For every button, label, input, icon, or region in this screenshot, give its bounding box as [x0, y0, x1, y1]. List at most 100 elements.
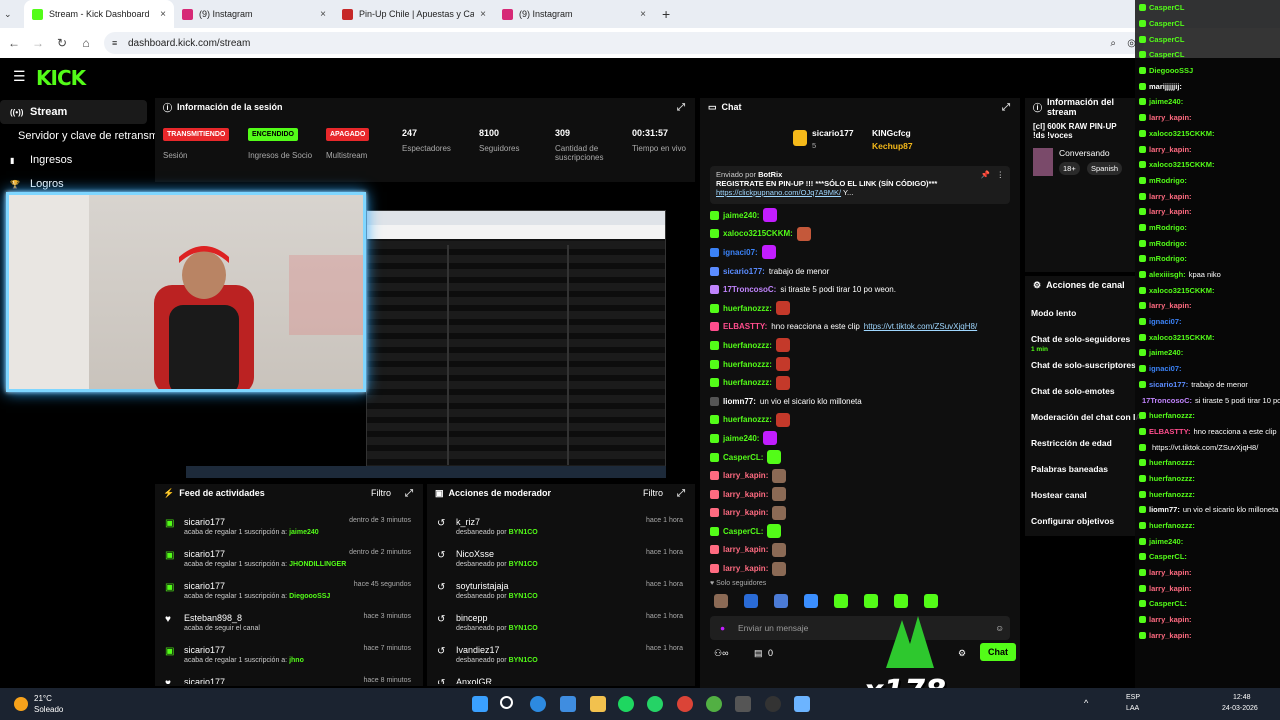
chat-link[interactable]: https://vt.tiktok.com/ZSuvXjqH8/: [864, 322, 977, 331]
top-gifter-1[interactable]: sicario177: [812, 128, 854, 138]
app-icon[interactable]: [735, 696, 751, 712]
feed-target[interactable]: jhno: [289, 657, 304, 664]
chat-username[interactable]: jaime240:: [723, 211, 759, 220]
expand-icon[interactable]: ⤢: [405, 488, 413, 499]
forward-icon[interactable]: →: [26, 36, 50, 50]
tab-list-chevron-icon[interactable]: ⌄: [4, 9, 24, 20]
zoom-icon[interactable]: ⌕: [1110, 38, 1116, 49]
feed-username[interactable]: sicario177: [184, 645, 225, 655]
emote-8[interactable]: [924, 594, 938, 608]
chat-username[interactable]: huerfanozzz:: [723, 304, 772, 313]
mod-by[interactable]: BYN1CO: [509, 529, 538, 536]
clock-time[interactable]: 12:48: [1233, 694, 1251, 701]
channel-action[interactable]: Chat de solo-emotes: [1025, 378, 1140, 404]
new-tab-button[interactable]: +: [662, 6, 670, 22]
feed-username[interactable]: sicario177: [184, 581, 225, 591]
mod-username[interactable]: NicoXsse: [456, 549, 494, 559]
emote-6[interactable]: [864, 594, 878, 608]
menu-icon[interactable]: ☰: [13, 68, 26, 85]
emote-7[interactable]: [894, 594, 908, 608]
expand-icon[interactable]: ⤢: [1002, 102, 1010, 113]
tab-close-icon[interactable]: ×: [640, 9, 646, 20]
mod-by[interactable]: BYN1CO: [509, 561, 538, 568]
mod-username[interactable]: Ivandiez17: [456, 645, 500, 655]
search-icon[interactable]: [500, 696, 513, 709]
chat-username[interactable]: larry_kapin:: [723, 471, 768, 480]
emoji-icon[interactable]: ☺: [995, 623, 1004, 633]
kick-logo[interactable]: KICK: [36, 66, 86, 90]
pinned-link[interactable]: https://clickpupnano.com/OJq7A9MK/: [716, 188, 841, 197]
mod-username[interactable]: k_riz7: [456, 517, 480, 527]
chat-username[interactable]: liomn77:: [723, 397, 756, 406]
whatsapp-icon[interactable]: [647, 696, 663, 712]
tab-close-icon[interactable]: ×: [160, 9, 166, 20]
pinned-message[interactable]: Enviado por BotRix 📌 ⋮ REGISTRATE EN PIN-U…: [710, 166, 1010, 204]
browser-tab[interactable]: (9) Instagram ×: [494, 0, 654, 28]
chat-username[interactable]: xaloco3215CKKM:: [723, 229, 793, 238]
url-bar[interactable]: ≡ dashboard.kick.com/stream ⌕ ◎: [104, 32, 1144, 54]
top-gifter-3[interactable]: Kechup87: [872, 141, 913, 151]
tab-close-icon[interactable]: ×: [480, 9, 486, 20]
emote-4[interactable]: [804, 594, 818, 608]
channel-action[interactable]: Restricción de edad: [1025, 430, 1140, 456]
feed-target[interactable]: DiegoooSSJ: [289, 593, 330, 600]
reload-icon[interactable]: ↻: [50, 36, 74, 50]
gift-icon[interactable]: ▤: [754, 648, 763, 659]
mod-by[interactable]: BYN1CO: [509, 593, 538, 600]
expand-icon[interactable]: ⤢: [677, 102, 685, 113]
feed-username[interactable]: sicario177: [184, 549, 225, 559]
feed-username[interactable]: Esteban898_8: [184, 613, 242, 623]
browser-tab[interactable]: Pin-Up Chile | Apuestas y Casin ×: [334, 0, 494, 28]
sidebar-item[interactable]: Servidor y clave de retransm: [0, 124, 158, 148]
chat-username[interactable]: 17TroncosoC:: [723, 285, 776, 294]
edge-icon[interactable]: [530, 696, 546, 712]
weather-icon[interactable]: [14, 697, 28, 711]
category-label[interactable]: Conversando: [1059, 148, 1110, 158]
channel-action[interactable]: Hostear canal: [1025, 482, 1140, 508]
top-gifter-2[interactable]: KINGcfcg: [872, 128, 911, 138]
chrome-icon[interactable]: [677, 696, 693, 712]
channel-action[interactable]: Modo lento: [1025, 300, 1140, 326]
chat-username[interactable]: huerfanozzz:: [723, 378, 772, 387]
chat-username[interactable]: huerfanozzz:: [723, 415, 772, 424]
obs-icon[interactable]: [765, 696, 781, 712]
tab-close-icon[interactable]: ×: [320, 9, 326, 20]
channel-action[interactable]: Chat de solo-seguidores 1 min: [1025, 326, 1140, 353]
chat-username[interactable]: huerfanozzz:: [723, 360, 772, 369]
pin-icon[interactable]: 📌: [981, 170, 990, 179]
xbox-icon[interactable]: [706, 696, 722, 712]
chat-username[interactable]: CasperCL:: [723, 527, 763, 536]
feed-target[interactable]: JHONDILLINGER: [289, 561, 346, 568]
emote-3[interactable]: [774, 594, 788, 608]
send-chat-button[interactable]: Chat: [980, 643, 1016, 661]
feed-filter-button[interactable]: Filtro: [371, 488, 391, 498]
store-icon[interactable]: [560, 696, 576, 712]
chat-username[interactable]: larry_kapin:: [723, 564, 768, 573]
folder-icon[interactable]: [590, 696, 606, 712]
chat-username[interactable]: ELBASTTY:: [723, 322, 767, 331]
home-icon[interactable]: ⌂: [74, 36, 98, 50]
mod-username[interactable]: AnxolGR: [456, 677, 492, 684]
channel-action[interactable]: Moderación del chat con IA: [1025, 404, 1142, 430]
chat-username[interactable]: larry_kapin:: [723, 490, 768, 499]
sidebar-item[interactable]: ▮ Ingresos: [0, 148, 155, 172]
more-icon[interactable]: ⋮: [997, 170, 1005, 179]
back-icon[interactable]: ←: [2, 36, 26, 50]
spotify-icon[interactable]: [618, 696, 634, 712]
sidebar-item[interactable]: ((•)) Stream: [0, 100, 147, 124]
emote-2[interactable]: [744, 594, 758, 608]
emote-5[interactable]: [834, 594, 848, 608]
mod-by[interactable]: BYN1CO: [509, 625, 538, 632]
feed-username[interactable]: sicario177: [184, 677, 225, 684]
channel-action[interactable]: Chat de solo-suscriptores: [1025, 352, 1140, 378]
mod-username[interactable]: soyturistajaja: [456, 581, 509, 591]
feed-target[interactable]: jaime240: [289, 529, 319, 536]
lang-label[interactable]: ESP: [1126, 694, 1140, 701]
tray-chevron-icon[interactable]: ^: [1084, 698, 1088, 708]
expand-icon[interactable]: ⤢: [677, 488, 685, 499]
chat-username[interactable]: jaime240:: [723, 434, 759, 443]
browser-tab[interactable]: (9) Instagram ×: [174, 0, 334, 28]
emote-1[interactable]: [714, 594, 728, 608]
mic-icon[interactable]: ●: [720, 623, 725, 633]
channel-action[interactable]: Palabras baneadas: [1025, 456, 1140, 482]
